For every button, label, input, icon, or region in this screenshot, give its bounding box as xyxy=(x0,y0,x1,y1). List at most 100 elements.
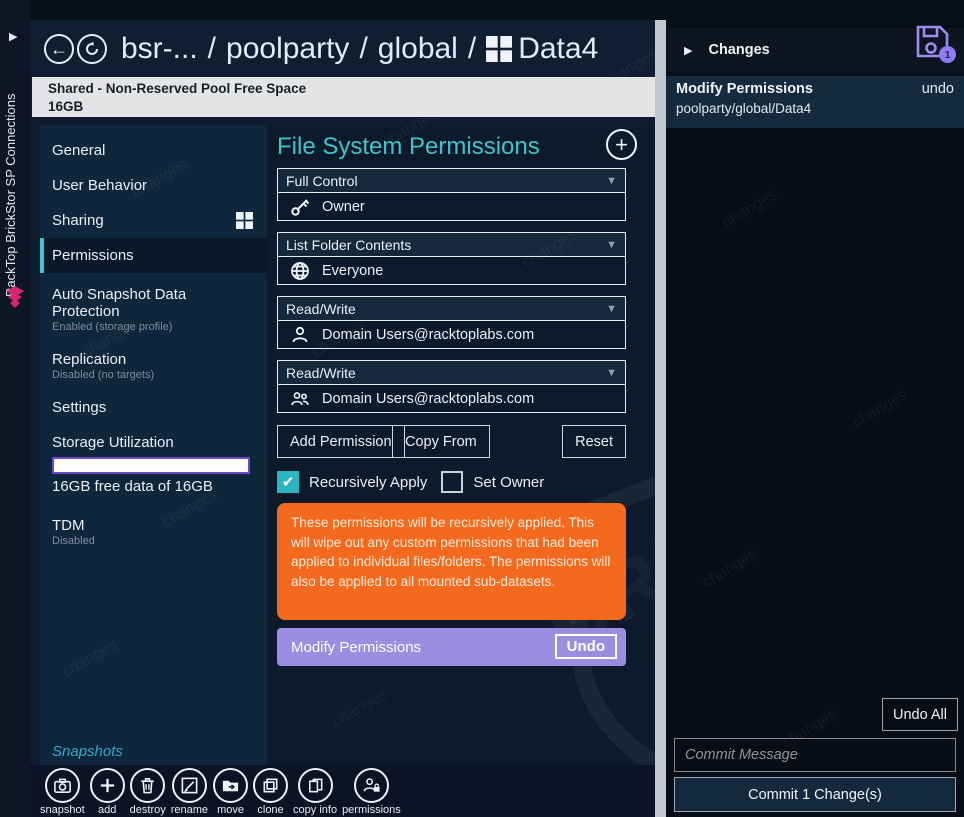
sidebar-item-sharing[interactable]: Sharing xyxy=(40,203,267,238)
sidebar-item-permissions[interactable]: Permissions xyxy=(40,238,267,273)
toolbar-label: copy info xyxy=(293,804,337,816)
permission-level-value: Read/Write xyxy=(286,365,356,381)
recursively-apply-checkbox[interactable]: ✔ xyxy=(277,471,299,493)
principal-name: Owner xyxy=(322,199,365,215)
sidebar-item-user-behavior[interactable]: User Behavior xyxy=(40,168,267,203)
sidebar-item-auto-snapshot[interactable]: Auto Snapshot Data Protection Enabled (s… xyxy=(40,277,267,342)
scrollbar[interactable] xyxy=(655,20,666,817)
breadcrumb-scope[interactable]: global xyxy=(378,32,458,66)
edit-icon xyxy=(180,776,199,795)
principal-name: Everyone xyxy=(322,263,383,279)
snapshots-link[interactable]: Snapshots xyxy=(52,743,123,760)
dataset-window: ← bsr-... / poolparty / global / Data4 xyxy=(30,20,655,817)
permission-card: Read/Write ▼ Domain Users@racktoplabs.co… xyxy=(277,360,626,413)
chevron-down-icon: ▼ xyxy=(606,367,617,379)
sidebar-item-replication[interactable]: Replication Disabled (no targets) xyxy=(40,342,267,390)
toolbar-item-permissions[interactable]: permissions xyxy=(342,768,401,816)
globe-icon xyxy=(290,261,312,281)
toolbar-label: destroy xyxy=(130,804,166,816)
principal-name: Domain Users@racktoplabs.com xyxy=(322,391,534,407)
toolbar-label: snapshot xyxy=(40,804,85,816)
toolbar-item-move[interactable]: move xyxy=(213,768,248,816)
connections-label[interactable]: RackTop BrickStor SP Connections xyxy=(3,52,27,297)
racktop-logo-icon xyxy=(4,286,26,312)
sidebar-item-tdm[interactable]: TDM Disabled xyxy=(40,508,267,556)
refresh-icon xyxy=(84,41,100,57)
permission-level-select[interactable]: Read/Write ▼ xyxy=(277,360,626,385)
expand-changes-icon[interactable]: ▶ xyxy=(684,44,692,57)
changes-title: Changes xyxy=(708,42,769,58)
sidebar-item-label: Sharing xyxy=(52,212,104,229)
storage-progress-bar xyxy=(52,457,250,474)
undo-all-button[interactable]: Undo All xyxy=(882,698,958,731)
pending-change-label: Modify Permissions xyxy=(291,639,421,656)
sidebar-item-label: TDM xyxy=(52,517,85,534)
permission-actions: Add Permission Copy From Reset xyxy=(277,425,626,458)
copy-info-icon xyxy=(306,776,325,795)
pending-change-bar: Modify Permissions Undo xyxy=(277,628,626,666)
toolbar-item-copy-info[interactable]: copy info xyxy=(293,768,337,816)
toolbar-item-add[interactable]: add xyxy=(90,768,125,816)
principal-name: Domain Users@racktoplabs.com xyxy=(322,327,534,343)
permission-principal-row[interactable]: Owner xyxy=(277,193,626,221)
toolbar-item-clone[interactable]: clone xyxy=(253,768,288,816)
breadcrumb-current: Data4 xyxy=(518,32,598,66)
toolbar-item-rename[interactable]: rename xyxy=(171,768,208,816)
breadcrumb-pool[interactable]: poolparty xyxy=(226,32,349,66)
storage-free-text: 16GB free data of 16GB xyxy=(52,478,255,495)
sidebar-item-general[interactable]: General xyxy=(40,133,267,168)
permission-level-select[interactable]: Read/Write ▼ xyxy=(277,296,626,321)
breadcrumb-root[interactable]: bsr-... xyxy=(121,32,198,66)
add-permission-icon-button[interactable]: + xyxy=(606,129,637,160)
toolbar-item-snapshot[interactable]: snapshot xyxy=(40,768,85,816)
change-count-badge: 1 xyxy=(939,46,956,63)
toolbar-item-destroy[interactable]: destroy xyxy=(130,768,166,816)
plus-icon xyxy=(98,776,117,795)
apply-options: ✔ Recursively Apply Set Owner xyxy=(277,471,558,493)
set-owner-label: Set Owner xyxy=(473,474,544,491)
toolbar-label: rename xyxy=(171,804,208,816)
changes-panel: ▶ Changes 1 Modify Permissions undo pool… xyxy=(666,20,964,817)
commit-message-input[interactable] xyxy=(674,738,956,772)
commit-button[interactable]: Commit 1 Change(s) xyxy=(674,777,956,812)
recursively-apply-label: Recursively Apply xyxy=(309,474,427,491)
chevron-down-icon: ▼ xyxy=(606,239,617,251)
group-icon xyxy=(290,389,312,409)
permission-principal-row[interactable]: Everyone xyxy=(277,257,626,285)
change-action: Modify Permissions xyxy=(676,81,813,97)
save-changes-button[interactable]: 1 xyxy=(912,23,952,61)
chevron-down-icon: ▼ xyxy=(606,175,617,187)
sidebar-item-label: General xyxy=(52,142,105,159)
permission-card: List Folder Contents ▼ Everyone xyxy=(277,232,626,285)
copy-from-button[interactable]: Copy From xyxy=(392,425,490,458)
change-undo-link[interactable]: undo xyxy=(922,81,954,97)
sidebar-item-subtext: Enabled (storage profile) xyxy=(52,321,255,333)
add-permission-button[interactable]: Add Permission xyxy=(277,425,405,458)
reset-button[interactable]: Reset xyxy=(562,425,626,458)
permission-card: Read/Write ▼ Domain Users@racktoplabs.co… xyxy=(277,296,626,349)
sidebar-item-label: Replication xyxy=(52,351,126,368)
dataset-sidebar: General User Behavior Sharing Permission… xyxy=(40,125,267,765)
permission-principal-row[interactable]: Domain Users@racktoplabs.com xyxy=(277,385,626,413)
change-item[interactable]: Modify Permissions undo poolparty/global… xyxy=(666,76,964,128)
sidebar-item-label: Storage Utilization xyxy=(52,434,174,451)
toolbar-label: add xyxy=(98,804,116,816)
permission-level-value: Read/Write xyxy=(286,301,356,317)
page-title: File System Permissions xyxy=(277,133,540,161)
sidebar-item-storage-utilization[interactable]: Storage Utilization 16GB free data of 16… xyxy=(40,425,267,504)
permission-level-select[interactable]: Full Control ▼ xyxy=(277,168,626,193)
back-button[interactable]: ← xyxy=(44,34,74,64)
windows-share-icon xyxy=(486,36,512,62)
user-icon xyxy=(290,325,312,345)
plus-icon: + xyxy=(615,132,628,158)
undo-button[interactable]: Undo xyxy=(555,634,617,659)
breadcrumb-separator: / xyxy=(468,32,476,66)
refresh-button[interactable] xyxy=(77,34,107,64)
sidebar-item-subtext: Disabled xyxy=(52,535,255,547)
permission-principal-row[interactable]: Domain Users@racktoplabs.com xyxy=(277,321,626,349)
set-owner-checkbox[interactable] xyxy=(441,471,463,493)
permission-level-select[interactable]: List Folder Contents ▼ xyxy=(277,232,626,257)
sidebar-item-settings[interactable]: Settings xyxy=(40,390,267,425)
expand-connections-icon[interactable]: ▶ xyxy=(9,30,17,43)
user-lock-icon xyxy=(362,776,381,795)
